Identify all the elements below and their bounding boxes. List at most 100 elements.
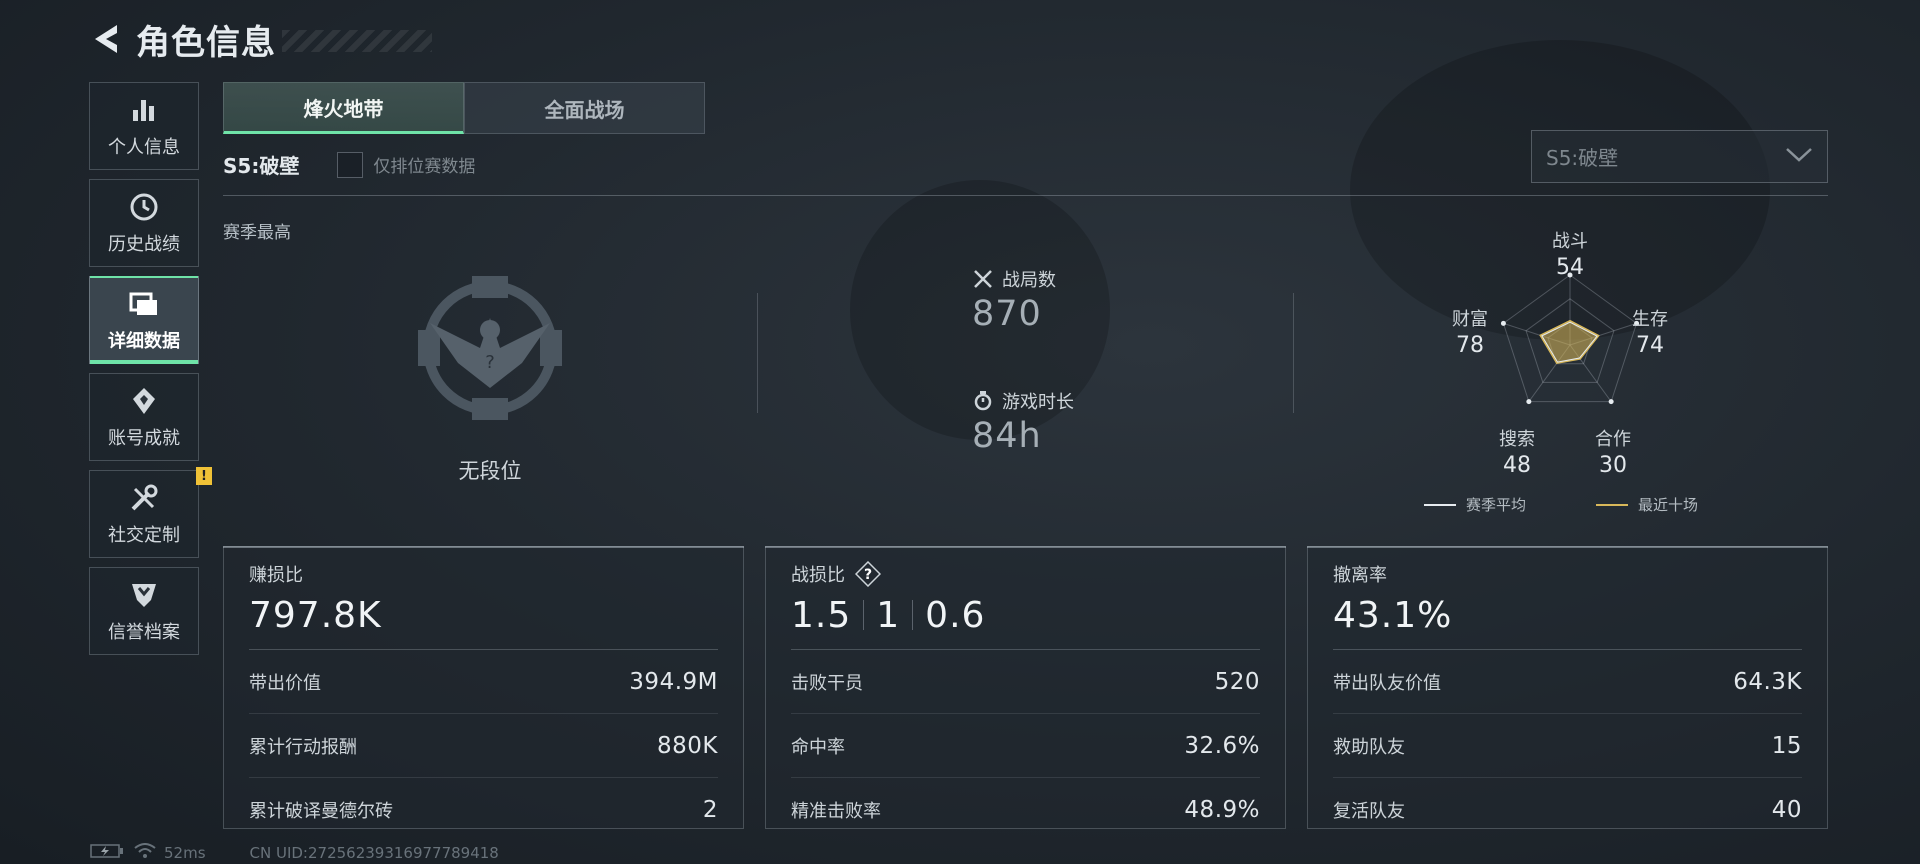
sidebar-item-achievements[interactable]: 账号成就	[89, 373, 199, 461]
chevron-down-icon	[1785, 147, 1813, 167]
season-label: S5:破壁	[223, 154, 300, 178]
medal-icon	[127, 384, 161, 418]
vertical-divider	[757, 293, 758, 413]
row-value: 40	[1771, 797, 1802, 823]
radar-axis-value: 48	[1503, 453, 1531, 478]
row-label: 复活队友	[1333, 801, 1405, 822]
legend-season-average: 赛季平均	[1424, 494, 1526, 515]
card-title: 撤离率	[1333, 565, 1387, 586]
row-label: 累计行动报酬	[249, 736, 357, 758]
radar-series-recent	[1539, 319, 1600, 365]
vertical-divider	[1293, 293, 1294, 413]
rank-emblem-icon: ?	[410, 268, 570, 428]
ping-value: 52ms	[164, 844, 206, 862]
kd-value-part: 0.6	[925, 594, 986, 636]
kd-ratio-card: 战损比 ? 1.5 1 0.6 击败干员 520 命中率 32.6% 精准击败率…	[765, 546, 1286, 829]
help-question-icon[interactable]: ?	[855, 561, 881, 587]
legend-line	[1424, 503, 1456, 506]
matches-label: 战局数	[1002, 270, 1056, 291]
row-value: 394.9M	[629, 668, 718, 695]
sidebar-item-label: 社交定制	[108, 525, 180, 546]
kd-value-part: 1	[876, 594, 901, 636]
row-label: 精准击败率	[791, 801, 881, 822]
legend-recent-ten: 最近十场	[1596, 494, 1698, 515]
season-dropdown-value: S5:破壁	[1546, 146, 1619, 170]
user-uid: CN UID:27256239316977789418	[249, 844, 499, 862]
row-label: 累计破译曼德尔砖	[249, 801, 393, 822]
sidebar-item-detailed-data[interactable]: 详细数据	[89, 276, 199, 364]
radar-axis-value: 74	[1636, 333, 1664, 358]
row-value: 15	[1771, 732, 1802, 759]
playtime-stat: 游戏时长 84h	[972, 388, 1074, 456]
back-arrow-icon[interactable]	[88, 19, 124, 59]
card-row: 带出队友价值 64.3K	[1333, 650, 1802, 714]
svg-text:?: ?	[485, 352, 495, 373]
clock-history-icon	[127, 190, 161, 224]
kd-value-part: 1.5	[791, 594, 852, 636]
ability-radar: 战斗 54 生存 74 合作 30 搜索 48 财富 78	[1420, 225, 1720, 515]
sidebar-item-label: 信誉档案	[108, 622, 180, 643]
status-footer: 52ms CN UID:27256239316977789418	[90, 843, 499, 863]
section-title: 赛季最高	[223, 223, 291, 243]
card-row: 击败干员 520	[791, 650, 1260, 714]
matches-stat: 战局数 870	[972, 266, 1056, 334]
row-value: 520	[1214, 668, 1260, 695]
card-main-value: 797.8K	[249, 594, 382, 636]
sidebar-item-label: 详细数据	[108, 331, 180, 352]
bar-chart-icon	[127, 93, 161, 127]
value-separator	[912, 600, 914, 630]
radar-axis-label: 搜索	[1499, 429, 1535, 450]
card-title-row: 战损比 ?	[791, 561, 1260, 587]
row-value: 880K	[657, 732, 718, 759]
wifi-icon	[134, 843, 156, 863]
row-value: 64.3K	[1733, 668, 1802, 695]
ranked-only-checkbox[interactable]	[337, 151, 364, 178]
card-title: 战损比	[791, 565, 845, 586]
card-row: 救助队友 15	[1333, 714, 1802, 778]
row-label: 命中率	[791, 736, 845, 758]
extraction-rate-card: 撤离率 43.1% 带出队友价值 64.3K 救助队友 15 复活队友 40	[1307, 546, 1828, 829]
ranked-only-label: 仅排位赛数据	[373, 157, 476, 177]
card-row: 累计破译曼德尔砖 2	[249, 778, 718, 842]
mode-tabs: 烽火地带 全面战场	[223, 82, 705, 134]
tab-full-battlefield[interactable]: 全面战场	[464, 82, 705, 134]
radar-axis-label: 财富	[1452, 309, 1488, 330]
stopwatch-icon	[972, 390, 994, 412]
tab-beacon-zone[interactable]: 烽火地带	[223, 82, 464, 134]
page-title: 角色信息	[136, 22, 276, 63]
legend-label: 赛季平均	[1466, 496, 1527, 514]
season-dropdown[interactable]: S5:破壁	[1531, 130, 1828, 183]
battery-icon	[90, 844, 124, 862]
playtime-label: 游戏时长	[1002, 392, 1074, 413]
radar-axis-label: 合作	[1595, 429, 1631, 450]
card-main-value: 1.5 1 0.6	[791, 589, 1260, 641]
radar-axis-dot	[1608, 399, 1614, 405]
folder-icon	[127, 287, 161, 321]
shield-emblem-icon	[127, 578, 161, 612]
sidebar-item-history[interactable]: 历史战绩	[89, 179, 199, 267]
wrench-tools-icon	[127, 481, 161, 515]
sidebar-item-credit-profile[interactable]: 信誉档案	[89, 567, 199, 655]
season-filter-row: S5:破壁 仅排位赛数据	[223, 150, 475, 179]
card-main-value: 43.1%	[1333, 594, 1453, 636]
card-row: 累计行动报酬 880K	[249, 714, 718, 778]
notification-badge: !	[196, 467, 212, 485]
page-header: 角色信息	[88, 14, 432, 64]
matches-value: 870	[972, 294, 1042, 334]
sidebar-item-personal-info[interactable]: 个人信息	[89, 82, 199, 170]
playtime-value: 84h	[972, 416, 1042, 456]
card-row: 复活队友 40	[1333, 778, 1802, 842]
card-title: 赚损比	[249, 565, 303, 586]
sidebar: 个人信息 历史战绩 详细数据 账号成就 ! 社交定制 信誉档案	[89, 82, 212, 664]
radar-axis-dot	[1526, 399, 1532, 405]
radar-axis-dot	[1500, 320, 1506, 326]
radar-axis-value: 78	[1456, 333, 1484, 358]
sidebar-item-social-custom[interactable]: ! 社交定制	[89, 467, 212, 558]
radar-axis-value: 54	[1556, 255, 1584, 280]
profit-ratio-card: 赚损比 797.8K 带出价值 394.9M 累计行动报酬 880K 累计破译曼…	[223, 546, 744, 829]
row-label: 击败干员	[791, 672, 863, 694]
row-value: 2	[702, 797, 718, 823]
row-label: 带出队友价值	[1333, 672, 1441, 694]
rank-label: 无段位	[458, 459, 522, 483]
card-row: 命中率 32.6%	[791, 714, 1260, 778]
